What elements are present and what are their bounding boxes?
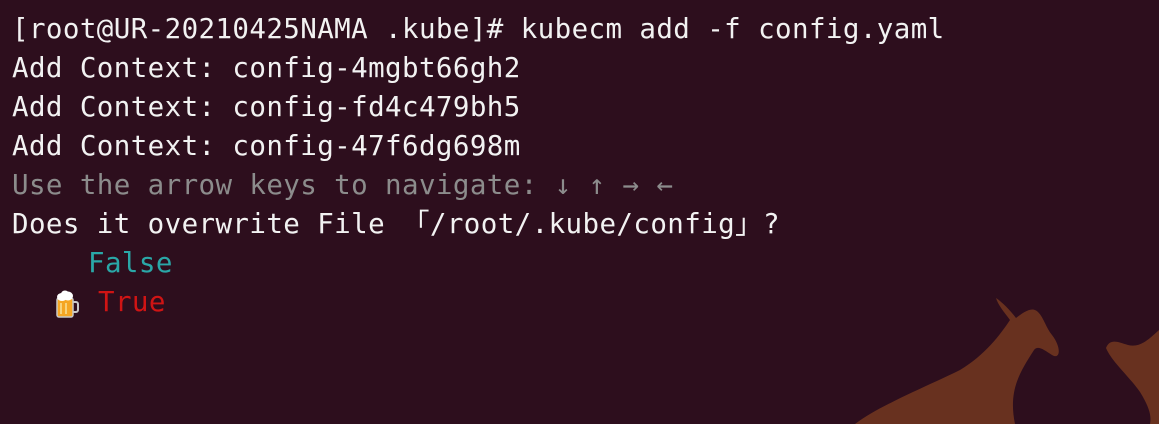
- option-false[interactable]: False: [12, 244, 945, 283]
- wallpaper-right-figure: [1106, 330, 1159, 424]
- shell-prompt: [root@UR-20210425NAMA .kube]#: [12, 13, 521, 45]
- terminal-output: [root@UR-20210425NAMA .kube]# kubecm add…: [12, 10, 945, 322]
- navigation-hint: Use the arrow keys to navigate: ↓ ↑ → ←: [12, 169, 674, 201]
- beer-mug-icon: [56, 290, 79, 318]
- option-true-row[interactable]: True: [12, 283, 945, 322]
- context-added-line: Add Context: config-4mgbt66gh2: [12, 52, 521, 84]
- context-added-line: Add Context: config-fd4c479bh5: [12, 91, 521, 123]
- command-line: [root@UR-20210425NAMA .kube]# kubecm add…: [12, 10, 945, 49]
- context-added-line: Add Context: config-47f6dg698m: [12, 130, 521, 162]
- command-text: kubecm add -f config.yaml: [520, 13, 945, 45]
- option-true-label: True: [98, 286, 166, 318]
- terminal-window[interactable]: [root@UR-20210425NAMA .kube]# kubecm add…: [0, 0, 1159, 424]
- overwrite-question: Does it overwrite File 「/root/.kube/conf…: [12, 208, 780, 240]
